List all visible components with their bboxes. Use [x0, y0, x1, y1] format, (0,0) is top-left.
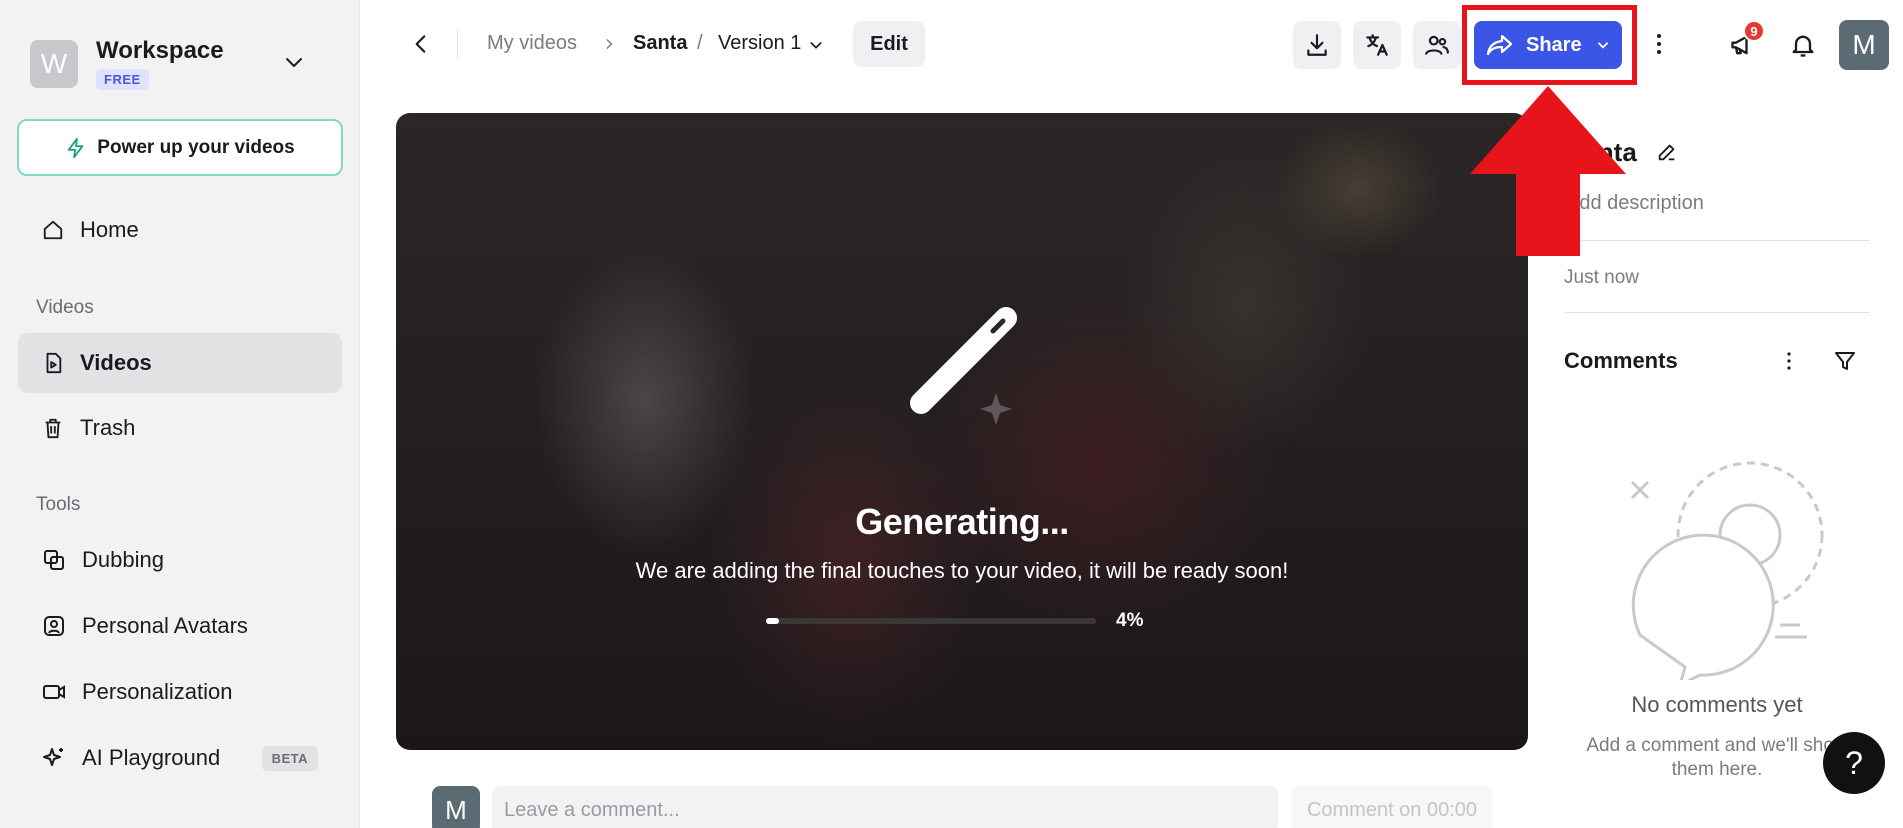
comment-input[interactable]: [492, 786, 1278, 828]
breadcrumb-my-videos[interactable]: My videos: [487, 32, 577, 55]
sparkles-icon: [43, 748, 63, 766]
translate-button[interactable]: [1353, 21, 1401, 69]
sidebar-item-trash[interactable]: Trash: [18, 398, 342, 458]
sidebar-item-label: Home: [80, 217, 139, 242]
chevron-right-icon: [606, 39, 613, 49]
comments-heading: Comments: [1564, 348, 1678, 373]
section-label-tools: Tools: [36, 494, 81, 515]
divider: [457, 28, 458, 60]
sidebar-item-ai-playground[interactable]: AI Playground BETA: [18, 728, 342, 788]
trash-icon: [45, 418, 61, 439]
user-avatar[interactable]: M: [1839, 20, 1889, 70]
sidebar-item-home[interactable]: Home: [18, 200, 342, 260]
magic-wand-icon: [910, 307, 1017, 425]
sidebar-item-videos[interactable]: Videos: [18, 333, 342, 393]
section-label-videos: Videos: [36, 297, 94, 318]
translate-icon: [1366, 34, 1388, 56]
generating-message: We are adding the final touches to your …: [635, 558, 1289, 583]
download-icon: [1307, 34, 1327, 56]
plan-badge: FREE: [96, 69, 149, 90]
collaborators-button[interactable]: [1413, 21, 1461, 69]
sidebar-item-dubbing[interactable]: Dubbing: [18, 530, 342, 590]
sidebar-item-personalization[interactable]: Personalization: [18, 662, 342, 722]
edit-button[interactable]: Edit: [853, 21, 925, 67]
comment-avatar: M: [432, 786, 480, 828]
workspace-avatar: W: [30, 39, 78, 88]
home-icon: [43, 220, 63, 240]
progress-bar: [766, 618, 1096, 624]
sidebar-item-label: Videos: [80, 350, 152, 375]
video-file-icon: [46, 352, 62, 374]
lightning-icon: [68, 137, 84, 158]
progress-fill: [766, 618, 780, 624]
video-player[interactable]: Generating... We are adding the final to…: [396, 113, 1528, 750]
more-vertical-icon[interactable]: [1647, 30, 1671, 58]
pencil-icon[interactable]: [1656, 141, 1678, 163]
breadcrumb-slash: /: [697, 32, 703, 54]
more-vertical-icon[interactable]: [1781, 350, 1797, 372]
comment-submit-button[interactable]: Comment on 00:00: [1292, 786, 1492, 828]
created-timestamp: Just now: [1564, 267, 1639, 288]
power-up-label: Power up your videos: [97, 136, 295, 158]
download-button[interactable]: [1293, 21, 1341, 69]
help-button[interactable]: ?: [1823, 732, 1885, 794]
sidebar-item-personal-avatars[interactable]: Personal Avatars: [18, 596, 342, 656]
workspace-switcher[interactable]: W Workspace FREE: [30, 37, 224, 90]
workspace-name: Workspace: [96, 37, 224, 64]
avatar-icon: [44, 616, 64, 636]
sidebar-item-label: Personal Avatars: [82, 613, 248, 638]
progress-percent: 4%: [1116, 610, 1144, 631]
users-icon: [1425, 35, 1449, 55]
back-arrow-icon[interactable]: [408, 31, 434, 57]
version-select[interactable]: Version 1: [718, 32, 801, 55]
divider: [1564, 312, 1870, 313]
empty-comments-illustration: [1630, 461, 1824, 680]
generating-title: Generating...: [855, 501, 1069, 542]
sidebar: W Workspace FREE Power up your videos Ho…: [0, 0, 360, 828]
personalization-icon: [43, 685, 65, 699]
chevron-down-icon[interactable]: [282, 50, 306, 74]
sidebar-item-label: Trash: [80, 415, 136, 440]
power-up-button[interactable]: Power up your videos: [17, 119, 343, 176]
notification-count-badge: 9: [1743, 20, 1765, 42]
breadcrumb-project[interactable]: Santa: [633, 32, 687, 55]
sidebar-item-label: AI Playground: [82, 745, 221, 770]
bell-icon[interactable]: [1789, 31, 1817, 59]
sidebar-item-label: Personalization: [82, 679, 233, 704]
share-highlight-box: [1462, 5, 1637, 85]
sidebar-item-label: Dubbing: [82, 547, 164, 572]
empty-state-title: No comments yet: [1631, 692, 1803, 717]
chevron-down-icon[interactable]: [808, 37, 824, 53]
beta-badge: BETA: [261, 745, 318, 771]
filter-icon[interactable]: [1833, 349, 1857, 373]
red-arrow-annotation: [1470, 86, 1626, 256]
dubbing-icon: [44, 550, 64, 570]
